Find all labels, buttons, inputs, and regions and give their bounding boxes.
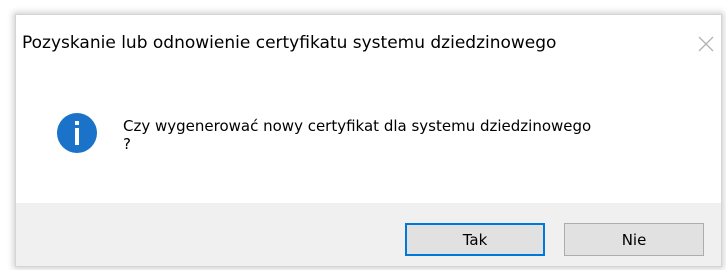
dialog-content: Czy wygenerować nowy certyfikat dla syst… (16, 65, 721, 203)
message-line: ? (123, 135, 131, 153)
no-button[interactable]: Nie (564, 223, 704, 256)
title-bar[interactable]: Pozyskanie lub odnowienie certyfikatu sy… (16, 15, 721, 65)
dialog-title: Pozyskanie lub odnowienie certyfikatu sy… (22, 33, 557, 53)
dialog-message: Czy wygenerować nowy certyfikat dla syst… (123, 117, 683, 153)
close-icon[interactable] (695, 33, 717, 55)
message-line: Czy wygenerować nowy certyfikat dla syst… (123, 117, 592, 135)
yes-button[interactable]: Tak (405, 223, 545, 256)
button-bar: Tak Nie (16, 203, 721, 266)
dialog-window: Pozyskanie lub odnowienie certyfikatu sy… (15, 14, 722, 267)
info-icon (56, 112, 98, 154)
